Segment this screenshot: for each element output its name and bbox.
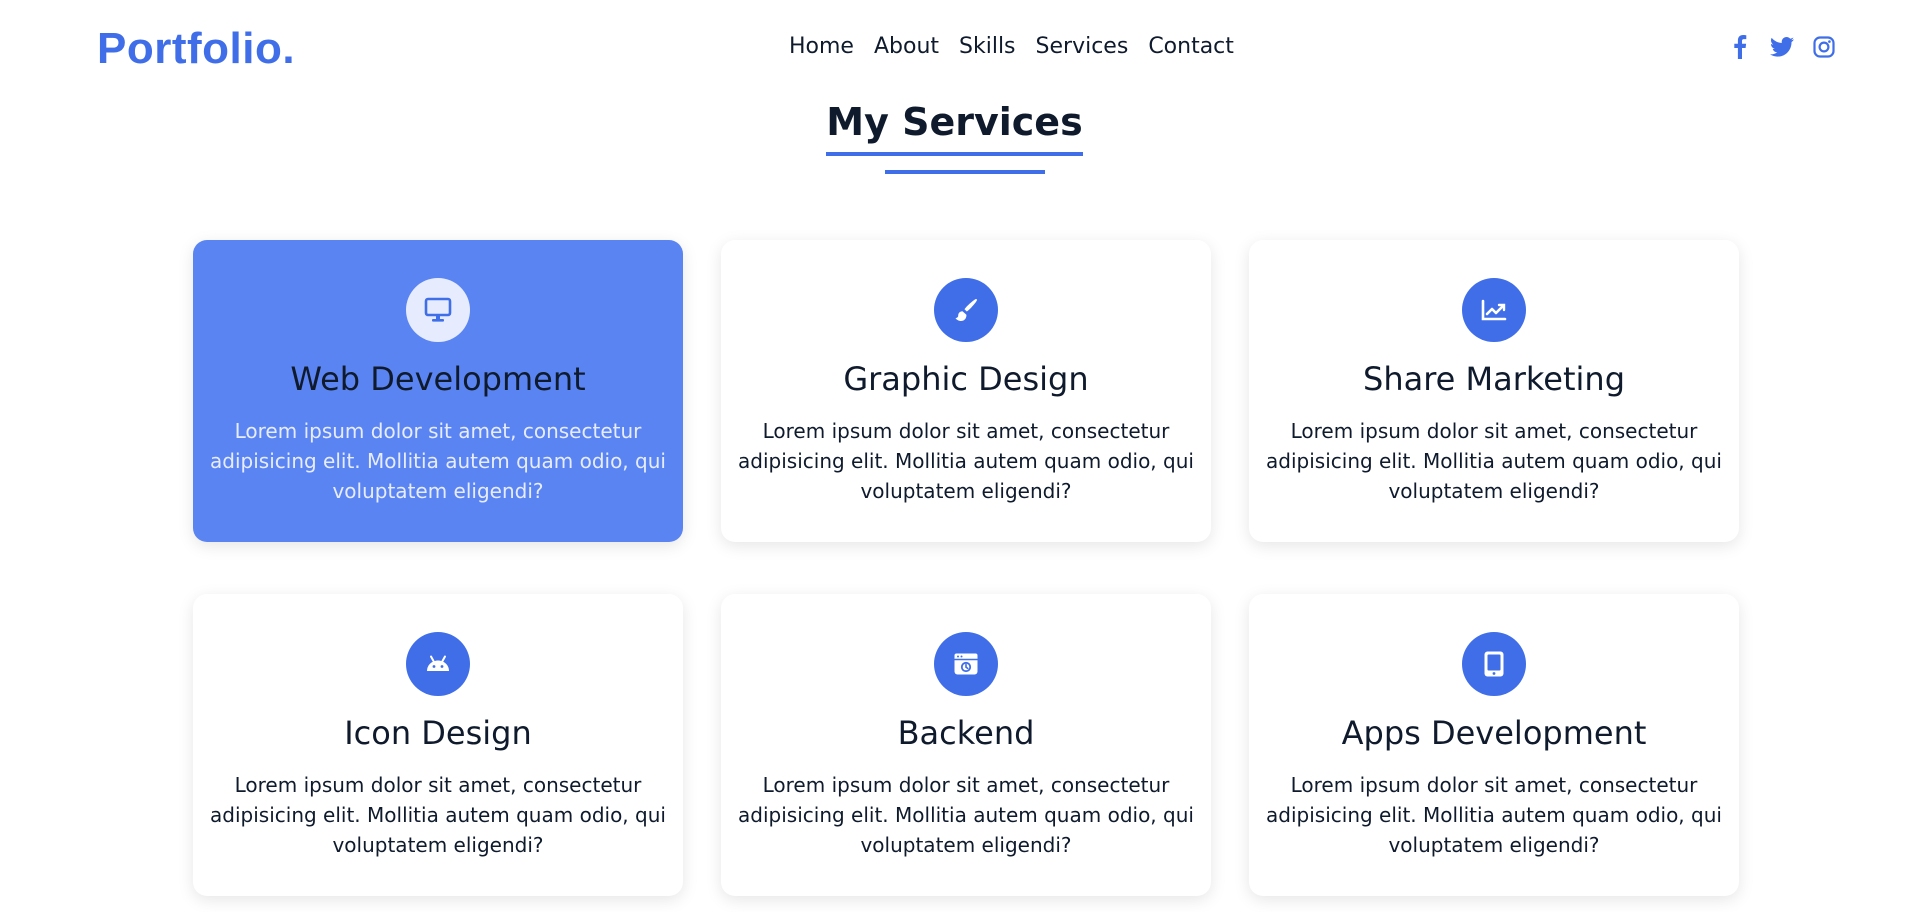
service-title: Icon Design <box>344 714 532 752</box>
section-title: My Services <box>826 100 1083 156</box>
service-description: Lorem ipsum dolor sit amet, consectetur … <box>1266 773 1722 857</box>
service-card-graphic-design[interactable]: Graphic Design Lorem ipsum dolor sit ame… <box>721 240 1211 542</box>
monitor-icon <box>406 278 470 342</box>
paintbrush-icon <box>934 278 998 342</box>
browser-window-icon <box>934 632 998 696</box>
nav-contact[interactable]: Contact <box>1148 34 1234 59</box>
nav-skills[interactable]: Skills <box>959 34 1016 59</box>
service-card-web-development[interactable]: Web Development Lorem ipsum dolor sit am… <box>193 240 683 542</box>
facebook-icon[interactable] <box>1728 34 1752 60</box>
service-card-apps-development[interactable]: Apps Development Lorem ipsum dolor sit a… <box>1249 594 1739 896</box>
service-description: Lorem ipsum dolor sit amet, consectetur … <box>738 419 1194 503</box>
service-description: Lorem ipsum dolor sit amet, consectetur … <box>738 773 1194 857</box>
service-description: Lorem ipsum dolor sit amet, consectetur … <box>210 773 666 857</box>
services-grid: Web Development Lorem ipsum dolor sit am… <box>193 240 1739 896</box>
android-icon <box>406 632 470 696</box>
service-title: Share Marketing <box>1363 360 1625 398</box>
social-links <box>1728 34 1836 60</box>
services-heading: My Services <box>0 100 1909 156</box>
title-underline <box>885 170 1045 174</box>
main-nav: Home About Skills Services Contact <box>789 34 1234 59</box>
service-description: Lorem ipsum dolor sit amet, consectetur … <box>210 419 666 503</box>
service-title: Web Development <box>290 360 586 398</box>
service-card-icon-design[interactable]: Icon Design Lorem ipsum dolor sit amet, … <box>193 594 683 896</box>
logo[interactable]: Portfolio. <box>97 24 295 74</box>
service-card-share-marketing[interactable]: Share Marketing Lorem ipsum dolor sit am… <box>1249 240 1739 542</box>
site-header: Portfolio. Home About Skills Services Co… <box>0 0 1909 100</box>
service-title: Apps Development <box>1341 714 1647 752</box>
nav-home[interactable]: Home <box>789 34 854 59</box>
service-title: Graphic Design <box>843 360 1089 398</box>
chart-line-icon <box>1462 278 1526 342</box>
nav-about[interactable]: About <box>874 34 939 59</box>
instagram-icon[interactable] <box>1812 34 1836 60</box>
tablet-icon <box>1462 632 1526 696</box>
service-title: Backend <box>897 714 1035 752</box>
nav-services[interactable]: Services <box>1036 34 1129 59</box>
service-description: Lorem ipsum dolor sit amet, consectetur … <box>1266 419 1722 503</box>
service-card-backend[interactable]: Backend Lorem ipsum dolor sit amet, cons… <box>721 594 1211 896</box>
twitter-icon[interactable] <box>1770 34 1794 60</box>
